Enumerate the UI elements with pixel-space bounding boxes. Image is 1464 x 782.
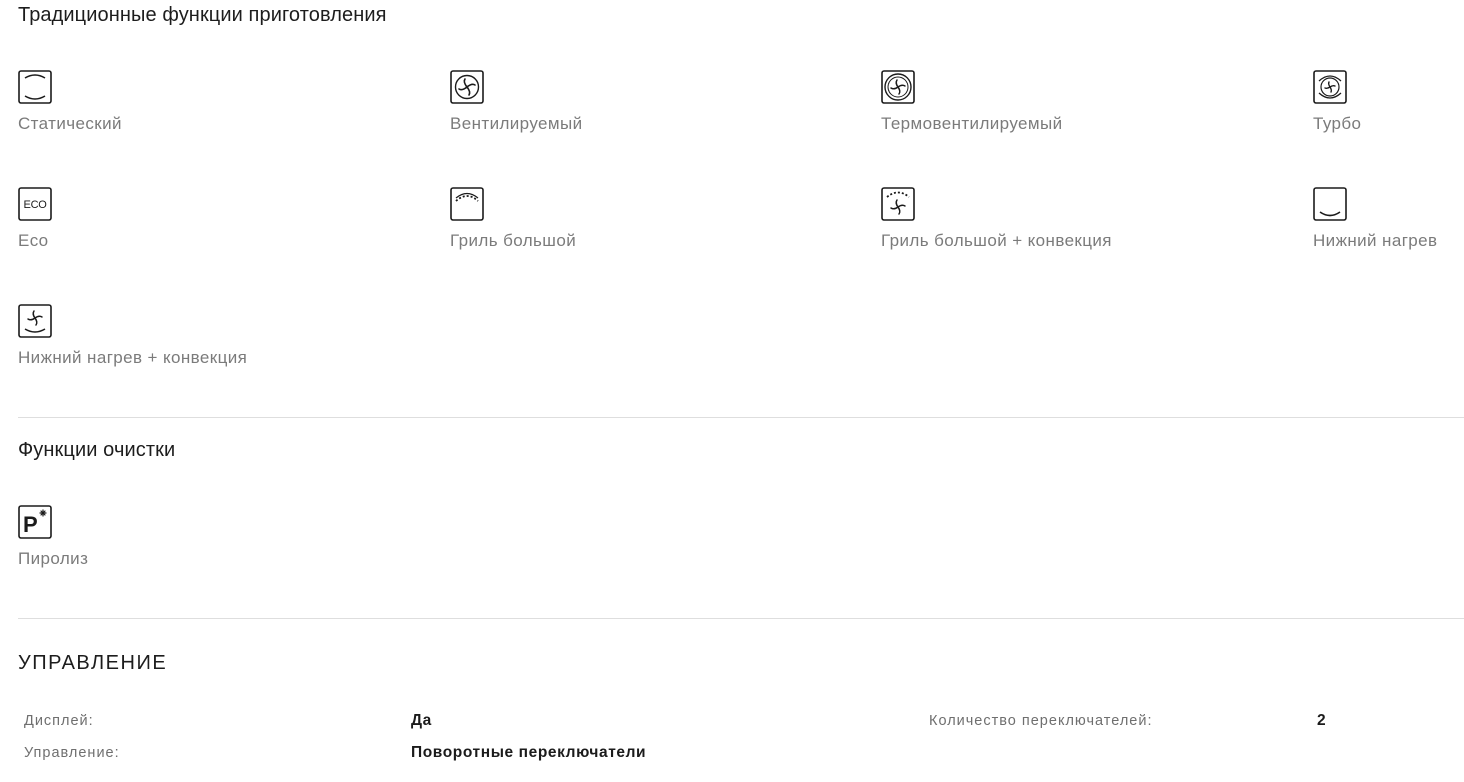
svg-text:P: P [23, 512, 38, 537]
section-divider [18, 618, 1464, 619]
cleaning-functions-title: Функции очистки [18, 439, 176, 461]
spec-value-display: Да [411, 712, 432, 729]
feature-bottom-heat: Нижний нагрев [1313, 187, 1464, 277]
feature-fan: Вентилируемый [450, 70, 830, 160]
bottom-heat-icon [1313, 187, 1347, 221]
feature-label: Нижний нагрев [1313, 231, 1438, 250]
feature-label: Нижний нагрев + конвекция [18, 348, 248, 367]
spec-label-control-type: Управление: [24, 745, 120, 761]
fan-icon [450, 70, 484, 104]
ring-fan-icon [881, 70, 915, 104]
traditional-functions-title: Традиционные функции приготовления [18, 4, 387, 26]
feature-label: Турбо [1313, 114, 1362, 133]
eco-icon: ECO [18, 187, 52, 221]
feature-label: Гриль большой [450, 231, 577, 250]
static-heat-icon [18, 70, 52, 104]
feature-static: Статический [18, 70, 398, 160]
feature-label: Eco [18, 231, 49, 250]
feature-label: Гриль большой + конвекция [881, 231, 1112, 250]
bottom-heat-fan-icon [18, 304, 52, 338]
spec-value-control-type: Поворотные переключатели [411, 744, 647, 761]
feature-bottom-heat-fan: Нижний нагрев + конвекция [18, 304, 398, 394]
feature-grill-fan: Гриль большой + конвекция [881, 187, 1261, 277]
feature-label: Термовентилируемый [881, 114, 1063, 133]
svg-text:ECO: ECO [24, 199, 48, 211]
feature-turbo: Турбо [1313, 70, 1464, 160]
feature-full-grill: Гриль большой [450, 187, 830, 277]
spec-value-switch-count: 2 [1317, 712, 1327, 729]
feature-label: Статический [18, 114, 122, 133]
feature-label: Вентилируемый [450, 114, 583, 133]
feature-pyrolysis: P Пиролиз [18, 505, 398, 595]
grill-fan-icon [881, 187, 915, 221]
feature-ring-fan: Термовентилируемый [881, 70, 1261, 160]
feature-label: Пиролиз [18, 549, 89, 568]
traditional-functions-grid: Статический Вентилируемый Термовентилиру… [18, 70, 1464, 400]
product-specs-page: Традиционные функции приготовления Стати… [0, 0, 1464, 782]
spec-label-switch-count: Количество переключателей: [929, 713, 1153, 729]
full-grill-icon [450, 187, 484, 221]
section-divider [18, 417, 1464, 418]
spec-label-display: Дисплей: [24, 713, 94, 729]
pyrolysis-icon: P [18, 505, 52, 539]
turbo-fan-icon [1313, 70, 1347, 104]
control-section-title: УПРАВЛЕНИЕ [18, 652, 168, 674]
feature-eco: ECO Eco [18, 187, 398, 277]
cleaning-functions-grid: P Пиролиз [18, 505, 1464, 595]
